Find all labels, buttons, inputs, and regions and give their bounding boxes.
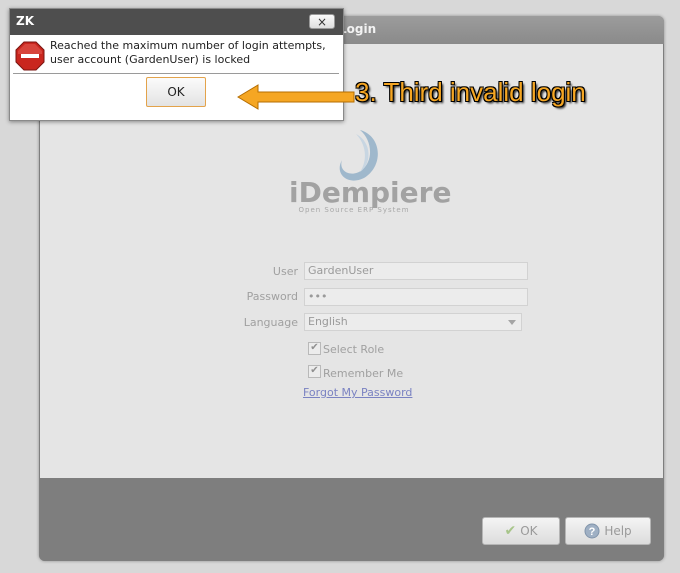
brand-name: iDempiere bbox=[289, 176, 452, 209]
dialog-close-button[interactable]: × bbox=[309, 14, 335, 29]
help-icon: ? bbox=[584, 523, 600, 539]
dialog-titlebar[interactable]: ZK × bbox=[10, 9, 343, 35]
remember-me-label: Remember Me bbox=[323, 367, 404, 380]
forgot-password-link[interactable]: Forgot My Password bbox=[303, 386, 412, 399]
user-label: User bbox=[272, 265, 298, 278]
dialog-ok-button[interactable]: OK bbox=[146, 77, 206, 107]
stop-icon bbox=[15, 41, 45, 71]
login-ok-button[interactable]: ✔ OK bbox=[482, 517, 560, 545]
help-button[interactable]: ? Help bbox=[565, 517, 651, 545]
annotation-label: 3. Third invalid login bbox=[355, 77, 586, 107]
login-title: Login bbox=[339, 22, 377, 36]
remember-me-checkbox[interactable]: ✔ bbox=[308, 365, 321, 378]
password-input[interactable]: ••• bbox=[304, 288, 528, 306]
help-label: Help bbox=[604, 524, 632, 538]
select-role-checkbox[interactable]: ✔ bbox=[308, 342, 321, 355]
logo-wordmark: iDempiere Open Source ERP System bbox=[289, 176, 452, 215]
language-value: English bbox=[308, 315, 348, 328]
chevron-down-icon[interactable] bbox=[508, 320, 516, 325]
dialog-message: Reached the maximum number of login atte… bbox=[50, 39, 326, 66]
login-ok-label: OK bbox=[520, 524, 538, 538]
svg-text:?: ? bbox=[589, 526, 596, 538]
brand-tagline: Open Source ERP System bbox=[298, 206, 410, 214]
dialog-title: ZK bbox=[16, 14, 34, 28]
password-label: Password bbox=[246, 290, 298, 303]
language-label: Language bbox=[243, 316, 298, 329]
checkmark-icon: ✔ bbox=[504, 523, 517, 539]
idempiere-logo-icon bbox=[339, 130, 378, 181]
language-select[interactable]: English bbox=[304, 313, 522, 331]
select-role-label: Select Role bbox=[323, 343, 385, 356]
dialog-divider bbox=[13, 73, 339, 74]
annotation-arrow-icon bbox=[237, 84, 355, 110]
user-input[interactable]: GardenUser bbox=[304, 262, 528, 280]
close-icon: × bbox=[316, 15, 328, 29]
